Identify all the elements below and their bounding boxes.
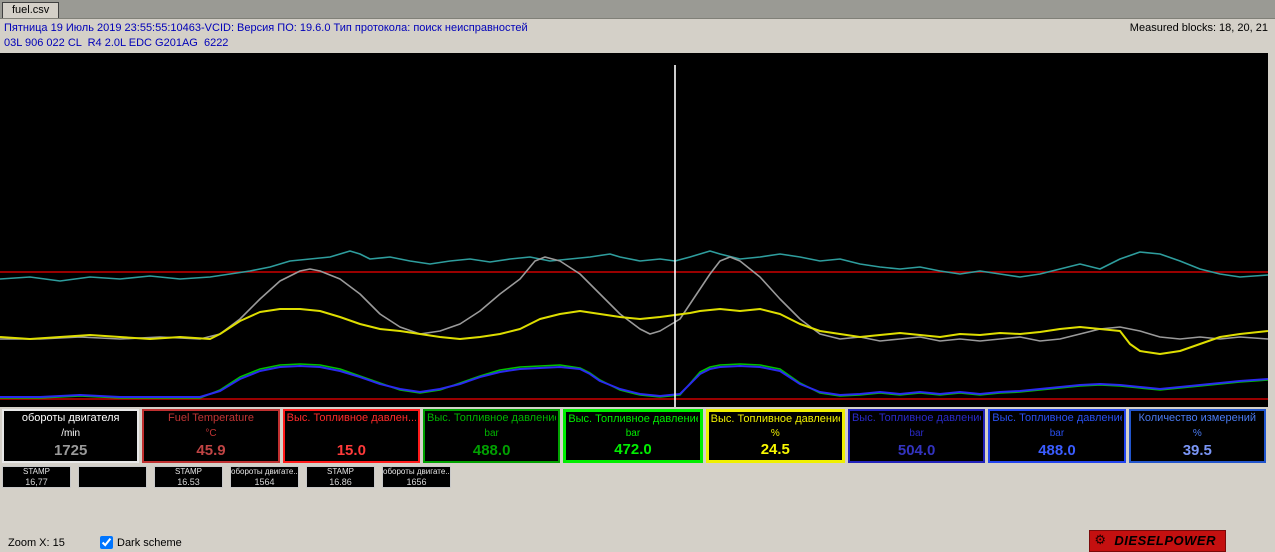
channel-label: Выс. Топливное давление (568, 413, 697, 426)
channel-label: Выс. Топливное давлен... (287, 412, 416, 425)
channel-label: Выс. Топливное давление (852, 412, 981, 425)
channel-values-row: обороты двигателя/min 1725 Fuel Temperatur… (0, 407, 1275, 463)
stamp-title: обороты двигате... (383, 467, 450, 477)
value-box-9[interactable]: Количество измерений% 39.5 (1129, 409, 1266, 463)
value-box-1[interactable]: обороты двигателя/min 1725 (2, 409, 139, 463)
channel-label: Fuel Temperature (146, 412, 275, 425)
chart-svg (0, 53, 1268, 407)
channel-unit: bar (992, 428, 1121, 439)
channel-unit: % (1133, 428, 1262, 439)
channel-label: Выс. Топливное давление (992, 412, 1121, 425)
stamp-box-5[interactable]: STAMP16.86 (306, 466, 375, 488)
stamp-title: STAMP (155, 467, 222, 477)
stamp-box-2[interactable] (78, 466, 147, 488)
channel-value: 504.0 (852, 442, 981, 459)
tab-bar: fuel.csv (0, 0, 1275, 19)
chart-area[interactable] (0, 53, 1268, 407)
value-box-5[interactable]: Выс. Топливное давление bar 472.0 (563, 409, 702, 463)
dieselpower-logo: ⚙ DIESELPOWER (1089, 530, 1226, 552)
channel-value: 472.0 (568, 441, 697, 458)
channel-label: Выс. Топливное давление (711, 413, 840, 426)
stamp-box-3[interactable]: STAMP16.53 (154, 466, 223, 488)
ecu-info-line: 03L 906 022 CL R4 2.0L EDC G201AG 6222 (4, 37, 1268, 49)
value-box-3[interactable]: Выс. Топливное давлен... 15.0 (283, 409, 420, 463)
channel-value: 1725 (6, 442, 135, 459)
value-box-7[interactable]: Выс. Топливное давление bar 504.0 (848, 409, 985, 463)
value-box-8[interactable]: Выс. Топливное давление bar 488.0 (988, 409, 1125, 463)
zoom-level: Zoom X: 15 (8, 537, 100, 549)
value-box-2[interactable]: Fuel Temperature °C 45.9 (142, 409, 279, 463)
stamp-value: 16,77 (3, 477, 70, 487)
tab-label: fuel.csv (12, 4, 49, 16)
channel-label: Выс. Топливное давление (427, 412, 556, 425)
trace-blue-trace (0, 366, 1268, 397)
trace-yellow-trace (0, 309, 1268, 354)
channel-value: 45.9 (146, 442, 275, 459)
dark-scheme-label: Dark scheme (117, 537, 182, 549)
channel-unit (287, 428, 416, 439)
dark-scheme-checkbox[interactable] (100, 536, 113, 549)
channel-unit: % (711, 428, 840, 439)
tab-fuel-csv[interactable]: fuel.csv (2, 2, 59, 18)
channel-unit: °C (146, 428, 275, 439)
stamp-markers-row: STAMP16,77STAMP16.53обороты двигате...15… (0, 463, 1275, 488)
stamp-title: обороты двигате... (231, 467, 298, 477)
channel-unit: bar (427, 428, 556, 439)
channel-value: 39.5 (1133, 442, 1262, 459)
value-box-6[interactable]: Выс. Топливное давление% 24.5 (706, 409, 845, 463)
channel-unit: /min (6, 428, 135, 439)
trace-cyan-trace (0, 251, 1268, 281)
trace-gray-trace (0, 257, 1268, 341)
value-box-4[interactable]: Выс. Топливное давление bar 488.0 (423, 409, 560, 463)
log-header-line1: Пятница 19 Июль 2019 23:55:55:10463-VCID… (4, 22, 528, 34)
stamp-box-4[interactable]: обороты двигате...1564 (230, 466, 299, 488)
gear-icon: ⚙ (1094, 532, 1106, 548)
stamp-value: 1564 (231, 477, 298, 487)
stamp-box-1[interactable]: STAMP16,77 (2, 466, 71, 488)
log-header: Пятница 19 Июль 2019 23:55:55:10463-VCID… (0, 19, 1275, 53)
channel-unit: bar (852, 428, 981, 439)
channel-unit: bar (568, 428, 697, 439)
stamp-title: STAMP (3, 467, 70, 477)
channel-label: обороты двигателя (6, 412, 135, 425)
stamp-box-6[interactable]: обороты двигате...1656 (382, 466, 451, 488)
dieselpower-logo-text: DIESELPOWER (1114, 533, 1216, 548)
stamp-title: STAMP (307, 467, 374, 477)
stamp-value: 1656 (383, 477, 450, 487)
channel-label: Количество измерений (1133, 412, 1262, 425)
channel-value: 24.5 (711, 441, 840, 458)
stamp-value: 16.53 (155, 477, 222, 487)
channel-value: 488.0 (427, 442, 556, 459)
stamp-value: 16.86 (307, 477, 374, 487)
measured-blocks: Measured blocks: 18, 20, 21 (1130, 22, 1268, 34)
status-bar: Zoom X: 15 Dark scheme ⚙ DIESELPOWER (0, 526, 1275, 552)
channel-value: 488.0 (992, 442, 1121, 459)
channel-value: 15.0 (287, 442, 416, 459)
